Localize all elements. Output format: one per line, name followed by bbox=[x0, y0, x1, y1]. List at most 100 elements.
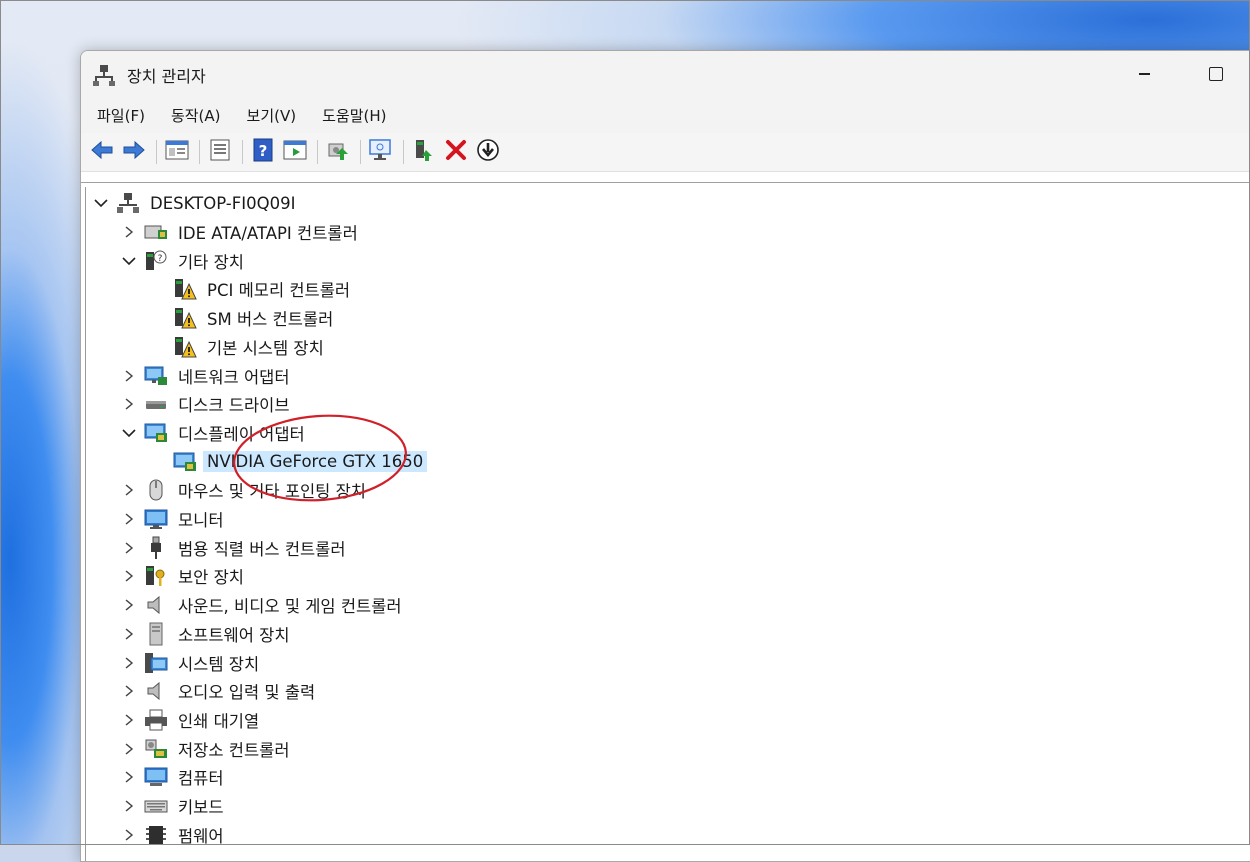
tree-item-label: 오디오 입력 및 출력 bbox=[178, 683, 316, 703]
tree-category[interactable]: 디스플레이 어댑터 bbox=[120, 419, 309, 447]
chevron-right-icon[interactable] bbox=[120, 567, 138, 585]
tree-category[interactable]: 저장소 컨트롤러 bbox=[120, 735, 294, 763]
tree-category[interactable]: 네트워크 어댑터 bbox=[120, 362, 294, 390]
minimize-button[interactable] bbox=[1121, 51, 1167, 97]
software-device-icon bbox=[144, 622, 168, 646]
tree-category[interactable]: 소프트웨어 장치 bbox=[120, 620, 294, 648]
tree-item-label: 모니터 bbox=[178, 511, 224, 530]
display-adapter-icon bbox=[173, 451, 197, 473]
chevron-right-icon[interactable] bbox=[120, 510, 138, 528]
tree-device[interactable]: SM 버스 컨트롤러 bbox=[149, 304, 337, 332]
computer-root-icon bbox=[116, 192, 140, 214]
tree-category[interactable]: 인쇄 대기열 bbox=[120, 706, 263, 734]
tree-item-label: IDE ATA/ATAPI 컨트롤러 bbox=[178, 224, 358, 243]
tree-category[interactable]: 펌웨어 bbox=[120, 821, 228, 849]
help-button[interactable]: ? bbox=[248, 137, 278, 167]
forward-button[interactable] bbox=[119, 137, 149, 167]
chevron-right-icon[interactable] bbox=[120, 625, 138, 643]
tree-category[interactable]: 오디오 입력 및 출력 bbox=[120, 677, 319, 705]
firmware-icon bbox=[144, 824, 168, 846]
update-driver-icon bbox=[326, 138, 350, 166]
tree-device[interactable]: PCI 메모리 컨트롤러 bbox=[149, 275, 354, 303]
disable-device-button[interactable] bbox=[473, 137, 503, 167]
chevron-right-icon[interactable] bbox=[120, 740, 138, 758]
window-title: 장치 관리자 bbox=[127, 67, 206, 86]
tree-root[interactable]: DESKTOP-FI0Q09I bbox=[92, 189, 299, 217]
chevron-down-icon[interactable] bbox=[120, 252, 138, 270]
tree-category[interactable]: 시스템 장치 bbox=[120, 649, 263, 677]
properties-button[interactable] bbox=[205, 137, 235, 167]
chevron-right-icon[interactable] bbox=[120, 596, 138, 614]
tree-category[interactable]: 사운드, 비디오 및 게임 컨트롤러 bbox=[120, 591, 406, 619]
scan-hardware-icon bbox=[368, 138, 394, 166]
chevron-right-icon[interactable] bbox=[120, 367, 138, 385]
svg-text:?: ? bbox=[259, 142, 268, 160]
chevron-right-icon[interactable] bbox=[120, 682, 138, 700]
show-hide-tree-icon bbox=[165, 139, 189, 165]
other-devices-icon: ? bbox=[144, 250, 168, 272]
help-icon: ? bbox=[252, 138, 274, 166]
tree-item-label: 보안 장치 bbox=[178, 568, 244, 588]
tree-category[interactable]: 범용 직렬 버스 컨트롤러 bbox=[120, 534, 350, 562]
uninstall-device-icon bbox=[445, 139, 467, 165]
chevron-right-icon[interactable] bbox=[120, 481, 138, 499]
enable-device-button[interactable] bbox=[409, 137, 439, 167]
toolbar-separator bbox=[360, 140, 361, 164]
tree-item-label: 저장소 컨트롤러 bbox=[178, 740, 290, 760]
tree-item-label: 디스크 드라이브 bbox=[178, 396, 290, 416]
chevron-right-icon[interactable] bbox=[120, 797, 138, 815]
tree-category[interactable]: 디스크 드라이브 bbox=[120, 390, 294, 418]
uninstall-device-button[interactable] bbox=[441, 137, 471, 167]
computer-icon bbox=[144, 766, 168, 788]
warning-device-icon bbox=[173, 278, 197, 300]
tree-category[interactable]: 보안 장치 bbox=[120, 562, 248, 590]
chevron-right-icon[interactable] bbox=[120, 711, 138, 729]
action-pane-button[interactable] bbox=[280, 137, 310, 167]
tree-device[interactable]: 기본 시스템 장치 bbox=[149, 333, 328, 361]
menu-item-3[interactable]: 도움말(H) bbox=[322, 105, 386, 126]
tree-item-label: 사운드, 비디오 및 게임 컨트롤러 bbox=[178, 597, 402, 617]
device-tree[interactable]: DESKTOP-FI0Q09I IDE ATA/ATAPI 컨트롤러 ? 기타 장치 P… bbox=[85, 187, 1250, 861]
scan-hardware-button[interactable] bbox=[366, 137, 396, 167]
keyboard-icon bbox=[144, 795, 168, 817]
menu-item-0[interactable]: 파일(F) bbox=[97, 105, 145, 126]
chevron-right-icon[interactable] bbox=[120, 654, 138, 672]
tree-category[interactable]: ? 기타 장치 bbox=[120, 247, 248, 275]
back-button[interactable] bbox=[87, 137, 117, 167]
device-manager-window: 장치 관리자 파일(F) 동작(A) 보기(V) 도움말(H) ? DESKTOP-F… bbox=[80, 50, 1250, 862]
chevron-right-icon[interactable] bbox=[120, 768, 138, 786]
disable-device-icon bbox=[476, 138, 500, 166]
update-driver-button[interactable] bbox=[323, 137, 353, 167]
chevron-right-icon[interactable] bbox=[120, 395, 138, 413]
tree-category[interactable]: 모니터 bbox=[120, 505, 228, 533]
monitor-icon bbox=[144, 508, 168, 530]
tree-item-label: 기본 시스템 장치 bbox=[207, 338, 324, 358]
chevron-down-icon[interactable] bbox=[120, 424, 138, 442]
warning-device-icon bbox=[173, 336, 197, 358]
svg-text:?: ? bbox=[158, 254, 163, 264]
maximize-button[interactable] bbox=[1193, 51, 1239, 97]
tree-category[interactable]: 컴퓨터 bbox=[120, 763, 228, 791]
tree-item-label: 네트워크 어댑터 bbox=[178, 367, 290, 387]
tree-device[interactable]: NVIDIA GeForce GTX 1650 bbox=[149, 448, 428, 476]
toolbar-separator bbox=[156, 140, 157, 164]
chevron-right-icon[interactable] bbox=[120, 539, 138, 557]
tree-item-label: SM 버스 컨트롤러 bbox=[207, 310, 334, 330]
tree-category[interactable]: IDE ATA/ATAPI 컨트롤러 bbox=[120, 218, 362, 246]
chevron-down-icon[interactable] bbox=[92, 194, 110, 212]
chevron-right-icon[interactable] bbox=[120, 826, 138, 844]
tree-item-label: 펌웨어 bbox=[178, 826, 224, 846]
mouse-icon bbox=[144, 479, 168, 501]
menu-item-1[interactable]: 동작(A) bbox=[171, 105, 221, 126]
chevron-right-icon[interactable] bbox=[120, 223, 138, 241]
action-pane-icon bbox=[283, 139, 307, 165]
tree-category[interactable]: 키보드 bbox=[120, 792, 228, 820]
tree-category[interactable]: 마우스 및 기타 포인팅 장치 bbox=[120, 476, 370, 504]
tree-item-label: 컴퓨터 bbox=[178, 769, 224, 789]
show-hide-tree-button[interactable] bbox=[162, 137, 192, 167]
menu-item-2[interactable]: 보기(V) bbox=[247, 105, 297, 126]
tree-item-label: NVIDIA GeForce GTX 1650 bbox=[203, 451, 428, 473]
